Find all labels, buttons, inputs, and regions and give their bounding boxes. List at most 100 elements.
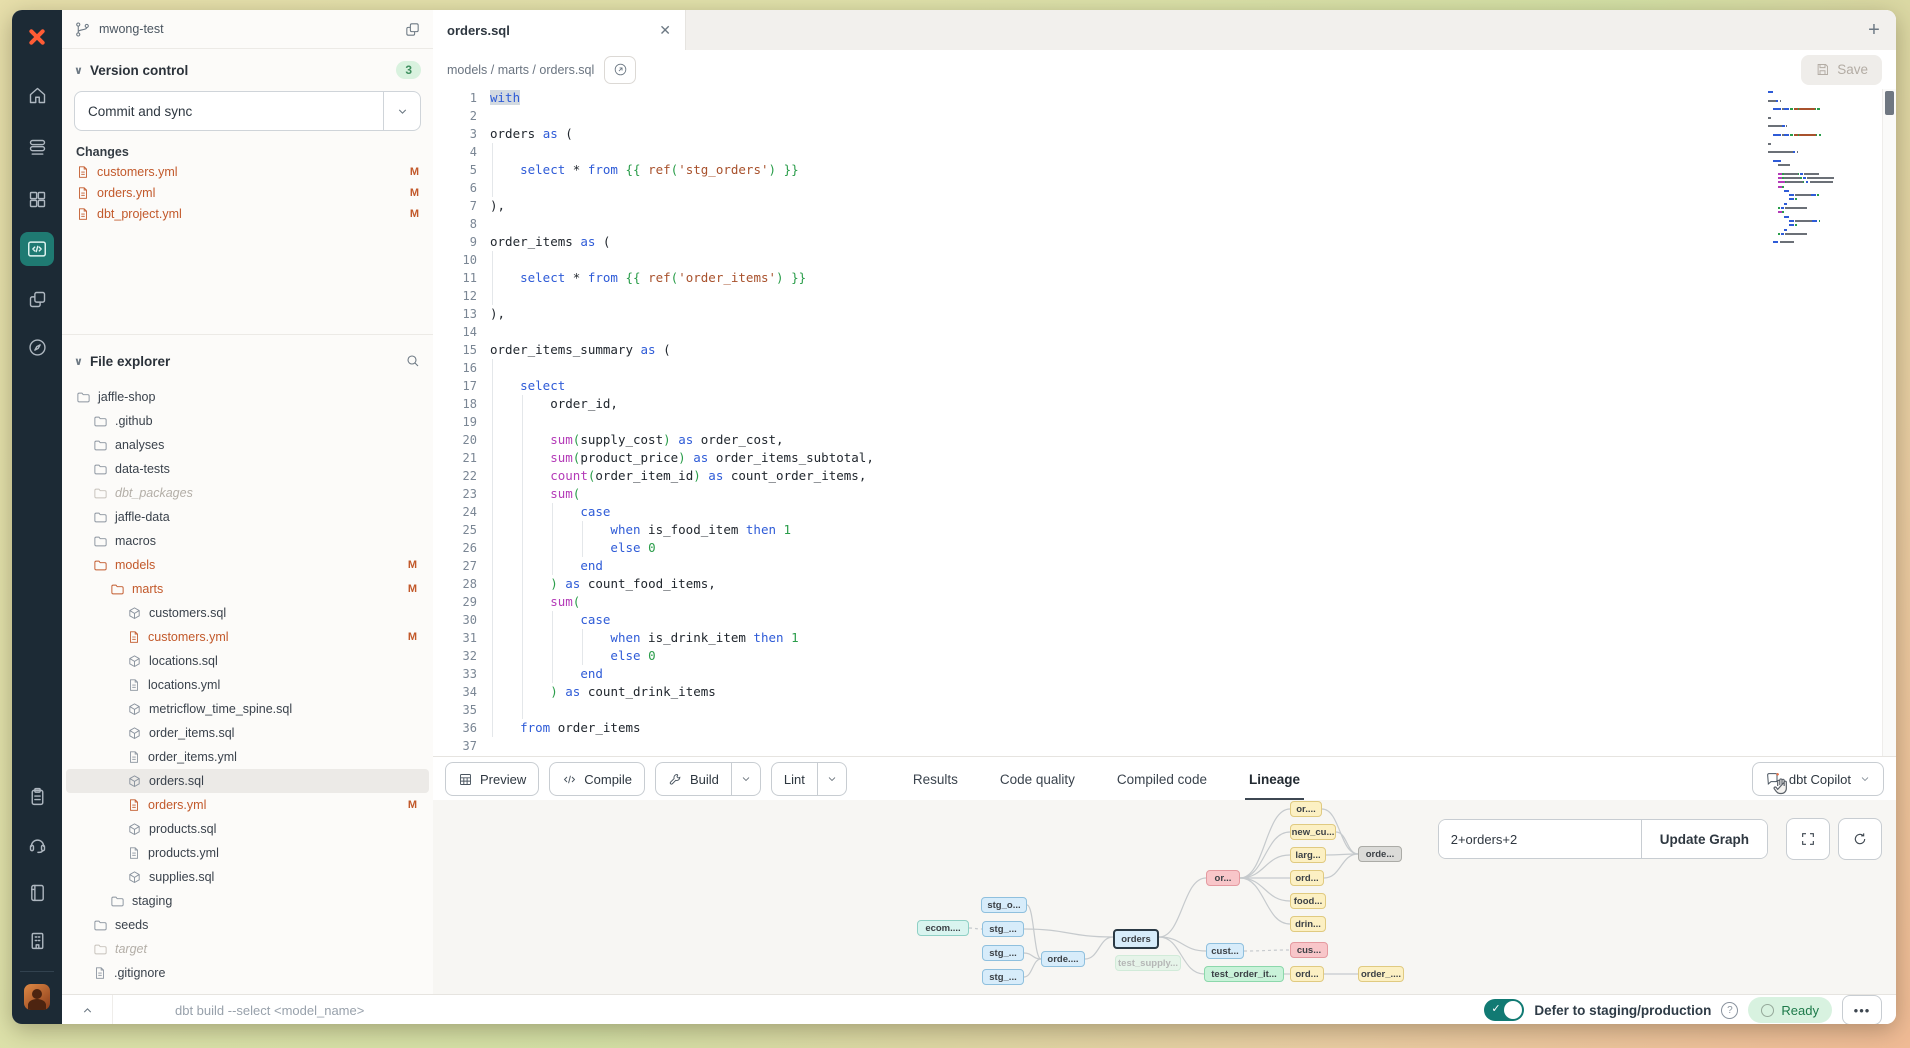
lineage-node-ord1[interactable]: orde.... xyxy=(1041,951,1085,967)
search-icon[interactable] xyxy=(405,353,421,369)
scrollbar-thumb[interactable] xyxy=(1885,91,1894,115)
lineage-node-cus[interactable]: cus... xyxy=(1290,942,1328,958)
clipboard-icon[interactable] xyxy=(20,779,54,813)
tree-item-metricflow_time_spine.sql[interactable]: metricflow_time_spine.sql xyxy=(66,697,429,721)
lineage-node-y2[interactable]: new_cu... xyxy=(1290,824,1336,840)
tab-lineage[interactable]: Lineage xyxy=(1249,757,1300,801)
tree-item-dbt_packages[interactable]: dbt_packages xyxy=(66,481,429,505)
tree-item-jaffle-data[interactable]: jaffle-data xyxy=(66,505,429,529)
build-button[interactable]: Build xyxy=(655,762,761,796)
changed-file-orders.yml[interactable]: orders.ymlM xyxy=(62,182,433,203)
tab-code-quality[interactable]: Code quality xyxy=(1000,757,1075,801)
tree-item-products.sql[interactable]: products.sql xyxy=(66,817,429,841)
help-icon[interactable]: ? xyxy=(1721,1002,1738,1019)
lineage-node-gray[interactable]: orde... xyxy=(1358,846,1402,862)
home-icon[interactable] xyxy=(20,78,54,112)
explore-icon[interactable] xyxy=(20,330,54,364)
lineage-node-or[interactable]: or... xyxy=(1206,870,1240,886)
expand-command-bar-button[interactable] xyxy=(62,995,113,1024)
tree-item-supplies.sql[interactable]: supplies.sql xyxy=(66,865,429,889)
command-input-placeholder[interactable]: dbt build --select <model_name> xyxy=(175,1003,364,1018)
minimap[interactable] xyxy=(1768,91,1868,250)
tree-item-order_items.yml[interactable]: order_items.yml xyxy=(66,745,429,769)
lineage-node-y4[interactable]: ord... xyxy=(1290,870,1324,886)
lineage-node-stg1[interactable]: stg_o... xyxy=(981,897,1027,913)
lineage-node-stg3[interactable]: stg_... xyxy=(982,945,1024,961)
tree-item-locations.sql[interactable]: locations.sql xyxy=(66,649,429,673)
more-options-button[interactable]: ••• xyxy=(1842,995,1882,1024)
vertical-scrollbar[interactable] xyxy=(1882,89,1896,756)
tree-item-.gitignore[interactable]: .gitignore xyxy=(66,961,429,985)
organization-icon[interactable] xyxy=(20,923,54,957)
lineage-node-y1[interactable]: or.... xyxy=(1290,801,1322,817)
deploy-icon[interactable] xyxy=(20,130,54,164)
user-avatar[interactable] xyxy=(24,984,50,1010)
update-graph-button[interactable]: Update Graph xyxy=(1641,820,1767,858)
tree-item-macros[interactable]: macros xyxy=(66,529,429,553)
fullscreen-icon xyxy=(1800,831,1816,847)
projects-icon[interactable] xyxy=(20,282,54,316)
tree-item-jaffle-shop[interactable]: jaffle-shop xyxy=(66,385,429,409)
lineage-node-testoi[interactable]: test_order_it... xyxy=(1204,966,1284,982)
lineage-node-testsup[interactable]: test_supply... xyxy=(1115,955,1181,971)
defer-toggle[interactable] xyxy=(1484,999,1524,1021)
save-button[interactable]: Save xyxy=(1801,55,1882,85)
commit-dropdown[interactable] xyxy=(383,92,420,130)
build-dropdown[interactable] xyxy=(731,763,760,795)
ready-status-badge[interactable]: Ready xyxy=(1748,997,1832,1023)
tree-item-customers.yml[interactable]: customers.ymlM xyxy=(66,625,429,649)
tree-item-customers.sql[interactable]: customers.sql xyxy=(66,601,429,625)
table-icon xyxy=(458,772,473,787)
tree-item-locations.yml[interactable]: locations.yml xyxy=(66,673,429,697)
develop-ide-icon[interactable] xyxy=(20,232,54,266)
tree-item-analyses[interactable]: analyses xyxy=(66,433,429,457)
commit-and-sync-button[interactable]: Commit and sync xyxy=(74,91,421,131)
apps-grid-icon[interactable] xyxy=(20,182,54,216)
refresh-button[interactable] xyxy=(1838,818,1882,860)
file-explorer-header[interactable]: ∨ File explorer xyxy=(62,341,433,379)
tree-item-marts[interactable]: martsM xyxy=(66,577,429,601)
lineage-selector-input[interactable] xyxy=(1439,820,1641,858)
tree-item-orders.sql[interactable]: orders.sql xyxy=(66,769,429,793)
dbt-logo-icon[interactable] xyxy=(20,20,54,54)
changed-file-customers.yml[interactable]: customers.ymlM xyxy=(62,161,433,182)
lineage-node-stg4[interactable]: stg_... xyxy=(982,969,1024,985)
tree-item-models[interactable]: modelsM xyxy=(66,553,429,577)
code-editor[interactable]: 1with23orders as (45 select * from {{ re… xyxy=(433,89,1896,756)
changed-file-dbt_project.yml[interactable]: dbt_project.ymlM xyxy=(62,203,433,224)
fullscreen-button[interactable] xyxy=(1786,818,1830,860)
compile-button[interactable]: Compile xyxy=(549,762,645,796)
close-tab-icon[interactable]: ✕ xyxy=(659,22,671,39)
lineage-node-ordery[interactable]: order_.... xyxy=(1358,966,1404,982)
lineage-node-y6[interactable]: drin... xyxy=(1290,916,1326,932)
preview-button[interactable]: Preview xyxy=(445,762,539,796)
version-control-header[interactable]: ∨ Version control 3 xyxy=(62,49,433,87)
lineage-node-stg2[interactable]: stg_... xyxy=(982,921,1024,937)
chevron-down-icon xyxy=(1859,773,1871,785)
open-lineage-icon-button[interactable] xyxy=(604,56,636,84)
lineage-node-orders[interactable]: orders xyxy=(1113,929,1159,949)
tree-item-products.yml[interactable]: products.yml xyxy=(66,841,429,865)
tree-item-target[interactable]: target xyxy=(66,937,429,961)
tab-results[interactable]: Results xyxy=(913,757,958,801)
tab-compiled-code[interactable]: Compiled code xyxy=(1117,757,1207,801)
lineage-node-y5[interactable]: food... xyxy=(1290,893,1326,909)
lineage-node-y3[interactable]: larg... xyxy=(1290,847,1326,863)
lint-button[interactable]: Lint xyxy=(771,762,847,796)
tree-item-orders.yml[interactable]: orders.ymlM xyxy=(66,793,429,817)
tab-orders-sql[interactable]: orders.sql ✕ xyxy=(433,10,686,50)
split-panel-icon[interactable] xyxy=(404,21,421,38)
tree-item-order_items.sql[interactable]: order_items.sql xyxy=(66,721,429,745)
lineage-node-ordy[interactable]: ord... xyxy=(1290,966,1324,982)
docs-icon[interactable] xyxy=(20,875,54,909)
tree-item-.github[interactable]: .github xyxy=(66,409,429,433)
tree-item-seeds[interactable]: seeds xyxy=(66,913,429,937)
new-tab-button[interactable]: + xyxy=(1852,10,1896,50)
lineage-node-ecom[interactable]: ecom.... xyxy=(917,920,969,936)
build-label: Build xyxy=(690,772,719,787)
tree-item-data-tests[interactable]: data-tests xyxy=(66,457,429,481)
lineage-node-cust[interactable]: cust... xyxy=(1206,943,1244,959)
lint-dropdown[interactable] xyxy=(817,763,846,795)
support-headset-icon[interactable] xyxy=(20,827,54,861)
tree-item-staging[interactable]: staging xyxy=(66,889,429,913)
